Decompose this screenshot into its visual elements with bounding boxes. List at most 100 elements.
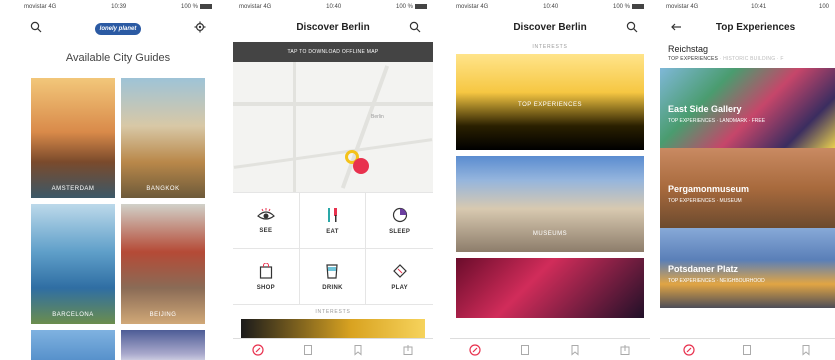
page-title: Discover Berlin bbox=[513, 21, 587, 33]
carrier-label: movistar bbox=[456, 4, 479, 10]
category-label: SEE bbox=[259, 227, 273, 234]
tab-guide[interactable] bbox=[301, 343, 315, 357]
bookmark-icon bbox=[571, 344, 579, 356]
search-icon[interactable] bbox=[28, 19, 44, 35]
network-label: 4G bbox=[48, 4, 57, 10]
download-icon bbox=[403, 344, 413, 355]
map-label: Berlin bbox=[371, 114, 384, 120]
fork-knife-icon bbox=[328, 207, 338, 222]
tab-guide[interactable] bbox=[518, 343, 532, 357]
item-title: East Side Gallery bbox=[668, 104, 742, 114]
category-drink[interactable]: DRINK bbox=[299, 249, 367, 305]
bookmark-icon bbox=[802, 344, 810, 356]
item-tags: TOP EXPERIENCES · HISTORIC BUILDING · F bbox=[668, 56, 784, 62]
screen-discover-map: movistar 4G 10:40 100 % Discover Berlin … bbox=[233, 0, 433, 360]
download-map-banner[interactable]: TAP TO DOWNLOAD OFFLINE MAP bbox=[233, 42, 433, 62]
tab-discover[interactable] bbox=[468, 343, 482, 357]
tab-discover[interactable] bbox=[251, 343, 265, 357]
ticket-icon bbox=[392, 263, 407, 278]
search-icon[interactable] bbox=[624, 19, 640, 35]
interest-card[interactable] bbox=[241, 319, 425, 339]
city-label: BANGKOK bbox=[146, 186, 180, 192]
book-icon bbox=[521, 344, 529, 355]
category-play[interactable]: PLAY bbox=[366, 249, 433, 305]
top-bar: Discover Berlin bbox=[450, 14, 650, 40]
city-tile-beijing[interactable]: BEIJING bbox=[121, 204, 205, 324]
status-time: 10:39 bbox=[111, 4, 127, 10]
compass-icon bbox=[469, 343, 481, 356]
list-item-potsdamer-platz[interactable]: Potsdamer Platz TOP EXPERIENCES · NEIGHB… bbox=[660, 228, 835, 308]
tab-saved[interactable] bbox=[799, 343, 813, 357]
screen-city-guides: movistar 4G 10:39 100 % lonely planet Av… bbox=[18, 0, 218, 360]
card-label: MUSEUMS bbox=[532, 230, 568, 237]
tab-bar bbox=[233, 338, 433, 360]
battery-label: 100 bbox=[818, 4, 829, 10]
carrier-label: movistar bbox=[24, 4, 47, 10]
city-tile-barcelona[interactable]: BARCELONA bbox=[31, 204, 115, 324]
item-tags: TOP EXPERIENCES · LANDMARK · FREE bbox=[668, 118, 766, 124]
page-title: Top Experiences bbox=[715, 21, 796, 33]
moon-icon bbox=[392, 207, 407, 222]
item-tags: TOP EXPERIENCES · NEIGHBOURHOOD bbox=[668, 278, 765, 284]
section-label: INTERESTS bbox=[315, 309, 351, 315]
city-tile[interactable] bbox=[121, 330, 205, 360]
battery-icon bbox=[200, 3, 212, 9]
top-bar: Discover Berlin bbox=[233, 14, 433, 40]
category-label: EAT bbox=[326, 228, 339, 235]
interest-card[interactable] bbox=[456, 258, 644, 318]
tab-offline[interactable] bbox=[618, 343, 632, 357]
city-map[interactable]: Berlin bbox=[233, 62, 433, 192]
status-bar: movistar 4G 10:41 100 bbox=[660, 0, 835, 14]
tab-offline[interactable] bbox=[401, 343, 415, 357]
category-sleep[interactable]: SLEEP bbox=[366, 193, 433, 249]
network-label: 4G bbox=[690, 4, 699, 10]
book-icon bbox=[304, 344, 312, 355]
city-grid: AMSTERDAM BANGKOK BARCELONA BEIJING bbox=[18, 78, 218, 360]
glass-icon bbox=[326, 263, 339, 279]
city-tile[interactable] bbox=[31, 330, 115, 360]
status-bar: movistar 4G 10:40 100 % bbox=[450, 0, 650, 14]
list-item-pergamonmuseum[interactable]: Pergamonmuseum TOP EXPERIENCES · MUSEUM bbox=[660, 148, 835, 228]
screen-top-experiences: movistar 4G 10:41 100 Top Experiences Re… bbox=[660, 0, 835, 360]
tab-guide[interactable] bbox=[740, 343, 754, 357]
top-bar: Top Experiences bbox=[660, 14, 835, 40]
back-arrow-icon[interactable] bbox=[668, 19, 684, 35]
item-title: Potsdamer Platz bbox=[668, 264, 739, 274]
status-time: 10:41 bbox=[751, 4, 767, 10]
bookmark-icon bbox=[354, 344, 362, 356]
category-label: SHOP bbox=[256, 284, 275, 291]
category-shop[interactable]: SHOP bbox=[233, 249, 300, 305]
city-label: BEIJING bbox=[149, 312, 177, 318]
search-icon[interactable] bbox=[407, 19, 423, 35]
battery-label: 100 % bbox=[395, 4, 413, 11]
category-see[interactable]: SEE bbox=[233, 193, 300, 249]
status-bar: movistar 4G 10:40 100 % bbox=[233, 0, 433, 14]
interest-card-top-experiences[interactable]: TOP EXPERIENCES bbox=[456, 54, 644, 150]
location-pin-icon bbox=[353, 158, 369, 174]
eye-icon bbox=[256, 207, 275, 220]
page-title: Available City Guides bbox=[65, 52, 171, 64]
battery-icon bbox=[415, 3, 427, 9]
list-item-reichstag[interactable]: Reichstag TOP EXPERIENCES · HISTORIC BUI… bbox=[660, 40, 835, 68]
interest-card-museums[interactable]: MUSEUMS bbox=[456, 156, 644, 252]
section-label: INTERESTS bbox=[532, 44, 568, 50]
download-icon bbox=[620, 344, 630, 355]
tab-saved[interactable] bbox=[568, 343, 582, 357]
category-eat[interactable]: EAT bbox=[299, 193, 367, 249]
item-title: Reichstag bbox=[668, 44, 709, 54]
item-tags: TOP EXPERIENCES · MUSEUM bbox=[668, 198, 742, 204]
tab-bar bbox=[450, 338, 650, 360]
city-tile-amsterdam[interactable]: AMSTERDAM bbox=[31, 78, 115, 198]
city-tile-bangkok[interactable]: BANGKOK bbox=[121, 78, 205, 198]
battery-icon bbox=[632, 3, 644, 9]
gear-icon[interactable] bbox=[192, 19, 208, 35]
shopping-bag-icon bbox=[259, 262, 272, 279]
category-label: SLEEP bbox=[389, 228, 411, 235]
tab-discover[interactable] bbox=[682, 343, 696, 357]
tab-saved[interactable] bbox=[351, 343, 365, 357]
category-label: PLAY bbox=[391, 284, 408, 291]
city-label: AMSTERDAM bbox=[51, 186, 95, 192]
item-title: Pergamonmuseum bbox=[668, 184, 750, 194]
network-label: 4G bbox=[480, 4, 489, 10]
list-item-east-side-gallery[interactable]: East Side Gallery TOP EXPERIENCES · LAND… bbox=[660, 68, 835, 148]
